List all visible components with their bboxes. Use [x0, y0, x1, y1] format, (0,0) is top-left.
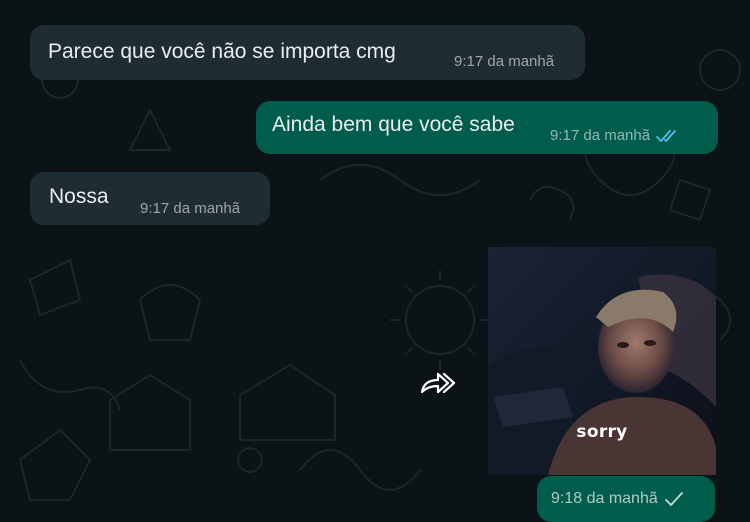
message-outgoing-2[interactable]: Ainda bem que você sabe 9:17 da manhã [256, 101, 718, 154]
single-check-icon [664, 491, 684, 507]
message-text: Nossa [49, 185, 109, 208]
message-timestamp: 9:18 da manhã [551, 490, 684, 508]
timestamp-text: 9:17 da manhã [550, 127, 651, 144]
image-caption: sorry [576, 422, 628, 442]
message-timestamp: 9:17 da manhã [140, 200, 240, 218]
message-text: Parece que você não se importa cmg [48, 40, 396, 63]
timestamp-text: 9:18 da manhã [551, 490, 658, 507]
message-timestamp: 9:17 da manhã [550, 127, 682, 145]
double-check-icon [656, 128, 682, 144]
timestamp-text: 9:17 da manhã [140, 200, 241, 217]
message-incoming-3[interactable]: Nossa 9:17 da manhã [30, 172, 270, 225]
message-timestamp: 9:17 da manhã [454, 53, 554, 71]
message-outgoing-4-footer[interactable]: 9:18 da manhã [537, 476, 715, 522]
message-incoming-1[interactable]: Parece que você não se importa cmg 9:17 … [30, 25, 585, 80]
timestamp-text: 9:17 da manhã [454, 53, 555, 70]
message-text: Ainda bem que você sabe [272, 113, 515, 136]
message-image[interactable]: sorry [488, 247, 716, 475]
forward-icon[interactable] [418, 368, 458, 396]
